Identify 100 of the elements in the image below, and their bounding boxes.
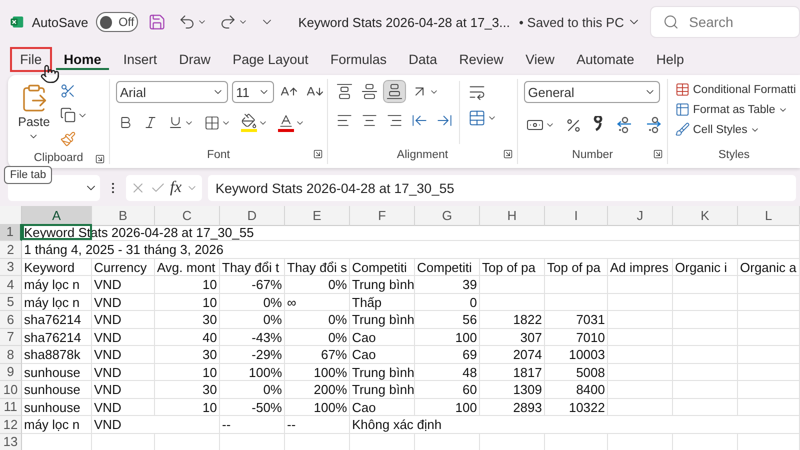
table-cell: sha76214 <box>22 311 92 328</box>
table-cell: 100% <box>220 364 285 381</box>
empty-cell <box>673 294 738 311</box>
table-cell: VND <box>92 398 155 416</box>
styles-button[interactable]: Conditional Formatti <box>674 81 797 98</box>
ribbon-tab[interactable]: Insert <box>113 47 168 72</box>
column-header[interactable]: I <box>545 206 608 226</box>
column-header[interactable]: A <box>22 206 92 226</box>
column-header[interactable]: D <box>220 206 285 226</box>
comma-style-icon <box>592 116 604 134</box>
copy-icon <box>60 107 76 123</box>
vertical-align-button[interactable] <box>359 81 380 102</box>
vertical-align-button[interactable] <box>384 81 405 102</box>
styles-button[interactable]: Cell Styles <box>674 121 797 138</box>
empty-cell <box>738 276 800 294</box>
column-header[interactable]: C <box>155 206 220 226</box>
table-cell: Avg. mont <box>155 258 220 276</box>
table-cell: 100% <box>285 364 350 381</box>
empty-cell <box>673 381 738 398</box>
empty-cell <box>608 364 673 381</box>
table-cell: 10 <box>155 276 220 294</box>
table-icon <box>675 102 690 117</box>
table-cell: Trung bình <box>350 364 415 381</box>
save-icon <box>148 13 166 31</box>
empty-cell <box>738 364 800 381</box>
column-header[interactable]: F <box>350 206 415 226</box>
table-cell: 5008 <box>545 364 608 381</box>
empty-cell <box>608 381 673 398</box>
empty-cell <box>673 276 738 294</box>
formula-field[interactable]: Keyword Stats 2026-04-28 at 17_30_55 <box>208 175 796 201</box>
table-cell: 69 <box>415 346 480 364</box>
row-header[interactable]: 10 <box>0 381 22 398</box>
row-header[interactable]: 7 <box>0 328 22 346</box>
column-header[interactable]: J <box>608 206 673 226</box>
table-cell: Cao <box>350 328 415 346</box>
borders-icon <box>204 114 220 130</box>
percent-icon <box>565 116 582 134</box>
ribbon-tab[interactable]: Page Layout <box>222 47 318 72</box>
column-header[interactable]: L <box>738 206 800 226</box>
row-header[interactable]: 6 <box>0 311 22 328</box>
table-cell: Trung bình <box>350 381 415 398</box>
table-cell: 40 <box>155 328 220 346</box>
row-header[interactable]: 11 <box>0 398 22 416</box>
table-cell: Cao <box>350 346 415 364</box>
table-cell: 0% <box>220 294 285 311</box>
ribbon-tab[interactable]: Automate <box>566 47 644 72</box>
ribbon-tab[interactable]: Draw <box>169 47 221 72</box>
save-status[interactable]: • Saved to this PC <box>518 14 642 30</box>
column-header[interactable]: B <box>92 206 155 226</box>
table-cell: 60 <box>415 381 480 398</box>
ribbon-tab[interactable]: View <box>515 47 564 72</box>
paste-button[interactable]: Paste <box>14 81 54 149</box>
row-header[interactable]: 12 <box>0 416 22 434</box>
ribbon-tab[interactable]: Home <box>54 47 112 72</box>
tooltip: File tab <box>4 166 52 184</box>
row-header[interactable]: 4 <box>0 276 22 294</box>
ribbon-tab[interactable]: Data <box>398 47 448 72</box>
styles-button[interactable]: Format as Table <box>674 101 797 118</box>
paintbrush-icon <box>60 131 76 147</box>
row-header[interactable]: 9 <box>0 364 22 381</box>
table-cell: sunhouse <box>22 398 92 416</box>
table-cell: Ad impres <box>608 258 673 276</box>
row-header[interactable]: 3 <box>0 258 22 276</box>
search-field[interactable]: Search <box>650 6 800 38</box>
ribbon-tab[interactable]: Help <box>646 47 694 72</box>
number-format-select[interactable]: General <box>524 81 660 103</box>
hand-cursor-icon <box>40 64 60 84</box>
table-cell: Thay đổi s <box>285 258 350 276</box>
table-cell: máy lọc n <box>22 294 92 311</box>
ribbon-tab[interactable]: File <box>10 47 52 72</box>
table-cell: 30 <box>155 311 220 328</box>
empty-cell <box>608 294 673 311</box>
column-header[interactable]: G <box>415 206 480 226</box>
font-name-select[interactable]: Arial <box>116 81 228 103</box>
align-left-icon <box>336 112 353 129</box>
empty-cell <box>480 294 545 311</box>
column-header[interactable]: K <box>673 206 738 226</box>
row-header[interactable]: 8 <box>0 346 22 364</box>
table-grid-icon <box>675 82 690 97</box>
column-header[interactable]: H <box>480 206 545 226</box>
vertical-align-button[interactable] <box>334 81 355 102</box>
group-label: Font <box>206 149 230 161</box>
font-color-icon <box>278 113 294 132</box>
table-cell: 0% <box>220 381 285 398</box>
column-header[interactable]: E <box>285 206 350 226</box>
row-header[interactable]: 2 <box>0 241 22 258</box>
font-size-select[interactable]: 11 <box>232 81 274 103</box>
row-header[interactable]: 1 <box>0 224 22 241</box>
group-label: Clipboard <box>34 152 84 164</box>
row-header[interactable]: 13 <box>0 434 22 450</box>
table-cell: 0% <box>285 276 350 294</box>
empty-cell <box>738 311 800 328</box>
autosave-toggle[interactable]: Off <box>96 12 138 32</box>
table-cell: 2074 <box>480 346 545 364</box>
insert-function-button[interactable]: fx <box>170 179 182 197</box>
row-header[interactable]: 5 <box>0 294 22 311</box>
empty-cell <box>545 294 608 311</box>
table-cell: 10 <box>155 364 220 381</box>
ribbon-tab[interactable]: Review <box>449 47 514 72</box>
ribbon-tab[interactable]: Formulas <box>320 47 397 72</box>
